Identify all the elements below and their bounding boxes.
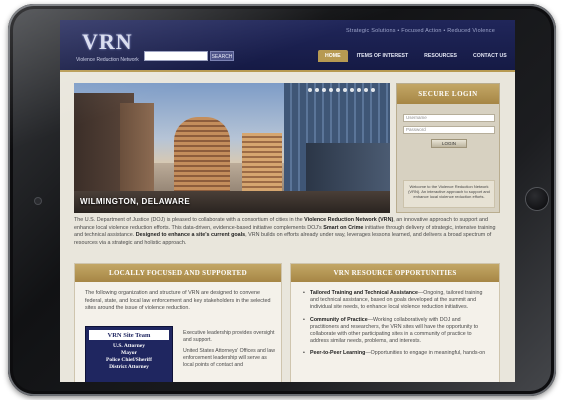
intro-paragraph: The U.S. Department of Justice (DOJ) is … [74,217,500,247]
intro-text: The U.S. Department of Justice (DOJ) is … [74,217,303,223]
main-nav: HOME ITEMS OF INTEREST RESOURCES CONTACT… [318,50,514,62]
hero-slideshow[interactable]: WILMINGTON, DELAWARE [74,83,390,213]
login-welcome-text: Welcome to the Violence Reduction Networ… [403,180,495,208]
username-field[interactable]: Username [403,114,495,122]
team-description: Executive leadership provides oversight … [183,330,277,373]
logo-subtitle: Violence Reduction Network [76,57,139,63]
team-member: Mayor [121,350,137,356]
opportunity-list: Tailored Training and Technical Assistan… [291,282,499,358]
list-item: Tailored Training and Technical Assistan… [303,290,489,312]
slide-dot[interactable] [336,88,340,92]
nav-items-of-interest[interactable]: ITEMS OF INTEREST [350,50,416,62]
item-title[interactable]: Tailored Training and Technical Assistan… [310,290,418,296]
item-text: —Opportunities to engage in meaningful, … [365,350,486,357]
slide-dot[interactable] [350,88,354,92]
slideshow-pager [308,88,375,92]
logo-text: VRN [82,29,133,54]
site-team-box: VRN Site Team U.S. Attorney Mayor Police… [85,326,173,382]
intro-bold: Violence Reduction Network (VRN) [304,217,394,223]
search-button[interactable]: SEARCH [210,51,234,61]
secure-login-panel: SECURE LOGIN Username Password LOGIN Wel… [396,83,500,213]
intro-bold: Designed to enhance a site's current goa… [135,232,246,238]
team-member: Police Chief/Sheriff [106,357,152,363]
team-member: U.S. Attorney [113,343,145,349]
item-title[interactable]: Peer-to-Peer Learning [310,350,365,356]
slide-dot[interactable] [364,88,368,92]
resource-opportunities-panel: VRN RESOURCE OPPORTUNITIES Tailored Trai… [290,263,500,382]
slide-dot[interactable] [308,88,312,92]
locally-focused-panel: LOCALLY FOCUSED AND SUPPORTED The follow… [74,263,282,382]
item-title[interactable]: Community of Practice [310,317,368,323]
slide-dot[interactable] [329,88,333,92]
home-button[interactable] [526,188,548,210]
team-description-text: Executive leadership provides oversight … [183,330,275,343]
nav-contact-us[interactable]: CONTACT US [466,50,514,62]
nav-home[interactable]: HOME [318,50,348,62]
site-team-title: VRN Site Team [88,329,170,341]
team-member: District Attorney [109,364,149,370]
team-description-text: United States Attorneys' Offices and law… [183,348,276,368]
list-item: Community of Practice—Working collaborat… [303,317,489,346]
panel-title: VRN RESOURCE OPPORTUNITIES [291,264,499,282]
tablet-screen: VRN Violence Reduction Network SEARCH St… [60,20,515,382]
slide-dot[interactable] [322,88,326,92]
vrn-logo[interactable]: VRN Violence Reduction Network [68,25,139,65]
login-title: SECURE LOGIN [397,84,499,104]
site-tagline: Strategic Solutions • Focused Action • R… [346,28,495,34]
site-header: VRN Violence Reduction Network SEARCH St… [60,20,515,70]
slide-dot[interactable] [371,88,375,92]
slide-dot[interactable] [357,88,361,92]
slide-dot[interactable] [315,88,319,92]
password-field[interactable]: Password [403,126,495,134]
search-input[interactable] [144,51,208,61]
login-button[interactable]: LOGIN [431,139,467,148]
camera-icon [35,198,41,204]
panel-title: LOCALLY FOCUSED AND SUPPORTED [75,264,281,282]
nav-resources[interactable]: RESOURCES [417,50,464,62]
list-item: Peer-to-Peer Learning—Opportunities to e… [303,350,489,357]
hero-caption: WILMINGTON, DELAWARE [80,197,191,206]
intro-bold: Smart on Crime [323,224,364,231]
panel-text: The following organization and structure… [85,290,271,311]
slide-dot[interactable] [343,88,347,92]
header-divider [60,70,515,72]
